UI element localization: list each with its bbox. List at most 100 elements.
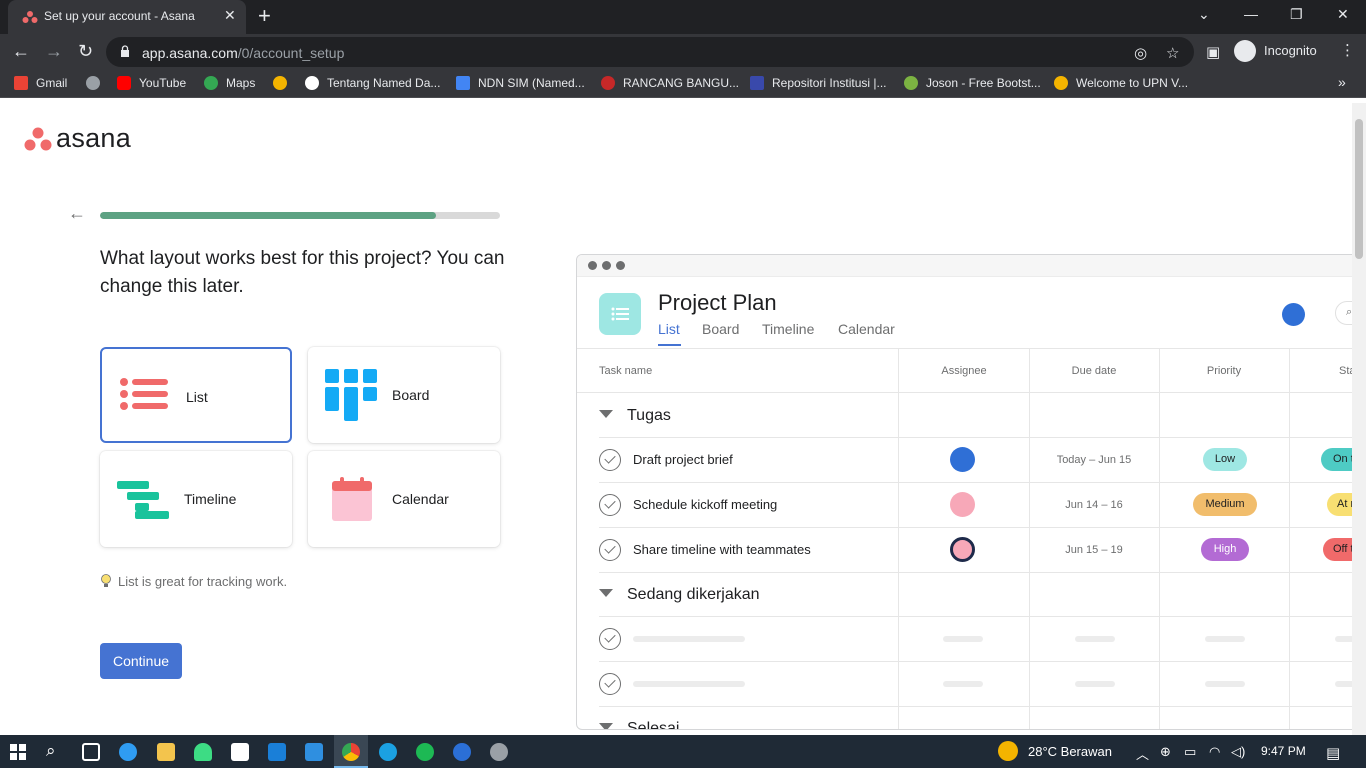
windows-taskbar: ⌕ 28°C Berawan ︿ ⊕ ▭ ◠ ◁) 9:47 PM ▤ bbox=[0, 735, 1366, 768]
bookmark-rancang-bangun[interactable]: RANCANG BANGU... bbox=[601, 76, 739, 90]
layout-option-label: Calendar bbox=[392, 491, 449, 507]
tip-text: List is great for tracking work. bbox=[118, 574, 288, 589]
bookmark-upn[interactable]: Welcome to UPN V... bbox=[1054, 76, 1188, 90]
layout-option-timeline[interactable]: Timeline bbox=[100, 451, 292, 547]
notifications-icon[interactable]: ▤ bbox=[1326, 744, 1340, 762]
section-sedang-dikerjakan: Sedang dikerjakan bbox=[599, 586, 760, 604]
incognito-icon bbox=[1234, 40, 1256, 62]
bookmark-joson[interactable]: Joson - Free Bootst... bbox=[904, 76, 1041, 90]
asana-favicon-icon bbox=[22, 11, 38, 23]
layout-option-calendar[interactable]: Calendar bbox=[308, 451, 500, 547]
close-window-button[interactable]: ✕ bbox=[1337, 6, 1349, 23]
side-panel-icon[interactable]: ▣ bbox=[1206, 43, 1220, 61]
page-scrollbar[interactable] bbox=[1352, 103, 1366, 735]
medium-icon bbox=[305, 76, 319, 90]
task-name: Schedule kickoff meeting bbox=[633, 497, 778, 512]
due-date: Jun 15 – 19 bbox=[1065, 544, 1123, 556]
minimize-button[interactable]: — bbox=[1244, 6, 1258, 22]
new-tab-button[interactable]: + bbox=[258, 4, 271, 28]
browser-menu-icon[interactable]: ⋮ bbox=[1340, 41, 1355, 59]
globe-icon bbox=[86, 76, 100, 90]
caret-down-icon bbox=[599, 589, 613, 597]
table-row: Share timeline with teammates Jun 15 – 1… bbox=[599, 527, 1352, 572]
app-icon[interactable] bbox=[490, 743, 508, 761]
search-icon[interactable]: ⌕ bbox=[46, 741, 56, 761]
chevron-up-icon[interactable]: ︿ bbox=[1136, 744, 1149, 763]
back-arrow-icon[interactable]: ← bbox=[12, 40, 30, 62]
layout-option-board[interactable]: Board bbox=[308, 347, 500, 443]
check-circle-icon bbox=[599, 539, 621, 561]
scrollbar-thumb[interactable] bbox=[1355, 119, 1363, 259]
app-icon[interactable] bbox=[379, 743, 397, 761]
bookmark-ndn-sim[interactable]: NDN SIM (Named... bbox=[456, 76, 585, 90]
android-studio-icon[interactable] bbox=[194, 743, 212, 761]
chrome-active-taskbar-item[interactable] bbox=[334, 735, 368, 768]
bookmark-tentang-named[interactable]: Tentang Named Da... bbox=[305, 76, 440, 90]
battery-icon[interactable]: ▭ bbox=[1184, 744, 1196, 760]
bookmark-repositori[interactable]: Repositori Institusi |... bbox=[750, 76, 887, 90]
joson-leaf-icon bbox=[904, 76, 918, 90]
avatar bbox=[950, 447, 975, 472]
edge-icon[interactable] bbox=[119, 743, 137, 761]
volume-icon[interactable]: ◁) bbox=[1231, 744, 1245, 760]
rancang-icon bbox=[601, 76, 615, 90]
close-tab-icon[interactable]: ✕ bbox=[224, 7, 236, 24]
window-dot-icon bbox=[588, 261, 597, 270]
gmail-icon bbox=[14, 76, 28, 90]
back-arrow-icon[interactable]: ← bbox=[68, 203, 86, 224]
bookmark-star-icon[interactable]: ☆ bbox=[1166, 44, 1179, 62]
timeline-layout-icon bbox=[117, 481, 169, 519]
tab-title: Set up your account - Asana bbox=[44, 9, 195, 23]
weather-text[interactable]: 28°C Berawan bbox=[1028, 744, 1112, 759]
layout-option-label: Board bbox=[392, 387, 430, 403]
continue-button[interactable]: Continue bbox=[100, 643, 182, 679]
board-layout-icon bbox=[325, 369, 377, 421]
layout-option-list[interactable]: List bbox=[100, 347, 292, 443]
store-icon[interactable] bbox=[231, 743, 249, 761]
placeholder-bar bbox=[633, 681, 745, 687]
eye-slash-icon[interactable]: ◎ bbox=[1134, 44, 1147, 62]
spotify-icon[interactable] bbox=[416, 743, 434, 761]
vscode-icon[interactable] bbox=[305, 743, 323, 761]
task-name: Draft project brief bbox=[633, 452, 733, 467]
network-icon[interactable]: ⊕ bbox=[1160, 744, 1171, 760]
reload-icon[interactable]: ↻ bbox=[78, 40, 93, 62]
forward-arrow-icon[interactable]: → bbox=[45, 40, 63, 62]
placeholder-bar bbox=[1335, 681, 1352, 687]
tab-board: Board bbox=[702, 321, 740, 337]
tab-search-chevron-icon[interactable]: ⌄ bbox=[1198, 6, 1210, 23]
account-setup-page: asana ← What layout works best for this … bbox=[0, 103, 1352, 735]
chrome-icon bbox=[342, 743, 360, 761]
weather-cloud-icon[interactable] bbox=[998, 741, 1018, 761]
setup-progress-bar bbox=[100, 212, 500, 219]
browser-tab[interactable]: Set up your account - Asana ✕ bbox=[8, 0, 246, 34]
column-priority: Priority bbox=[1206, 365, 1242, 377]
more-bookmarks-icon[interactable]: » bbox=[1338, 74, 1346, 90]
column-status: Status bbox=[1339, 365, 1352, 377]
row-divider bbox=[599, 572, 1352, 573]
bookmark-gmail[interactable]: Gmail bbox=[14, 76, 67, 90]
status-badge: At risk bbox=[1327, 493, 1352, 516]
row-divider bbox=[599, 706, 1352, 707]
tab-calendar: Calendar bbox=[838, 321, 895, 337]
bookmark-maps[interactable]: Maps bbox=[204, 76, 255, 90]
bookmark-youtube[interactable]: YouTube bbox=[117, 76, 186, 90]
asana-wordmark: asana bbox=[56, 123, 132, 153]
placeholder-bar bbox=[1075, 636, 1115, 642]
task-view-icon[interactable] bbox=[82, 743, 100, 761]
mail-icon[interactable] bbox=[268, 743, 286, 761]
restore-button[interactable]: ❐ bbox=[1290, 6, 1303, 23]
file-explorer-icon[interactable] bbox=[157, 743, 175, 761]
bookmarks-bar: Gmail YouTube Maps Tentang Named Da... N… bbox=[0, 70, 1366, 98]
app-icon[interactable] bbox=[453, 743, 471, 761]
clock[interactable]: 9:47 PM bbox=[1261, 744, 1306, 758]
caret-down-icon bbox=[599, 723, 613, 729]
wifi-icon[interactable]: ◠ bbox=[1209, 744, 1220, 760]
bookmark-globe[interactable] bbox=[86, 76, 108, 90]
bookmark-campus[interactable] bbox=[273, 76, 295, 90]
address-bar[interactable]: app.asana.com/0/account_setup ◎ ☆ bbox=[106, 37, 1194, 67]
incognito-label: Incognito bbox=[1264, 43, 1317, 58]
placeholder-row bbox=[599, 661, 1352, 706]
windows-start-icon[interactable] bbox=[10, 744, 26, 760]
avatar bbox=[950, 537, 975, 562]
